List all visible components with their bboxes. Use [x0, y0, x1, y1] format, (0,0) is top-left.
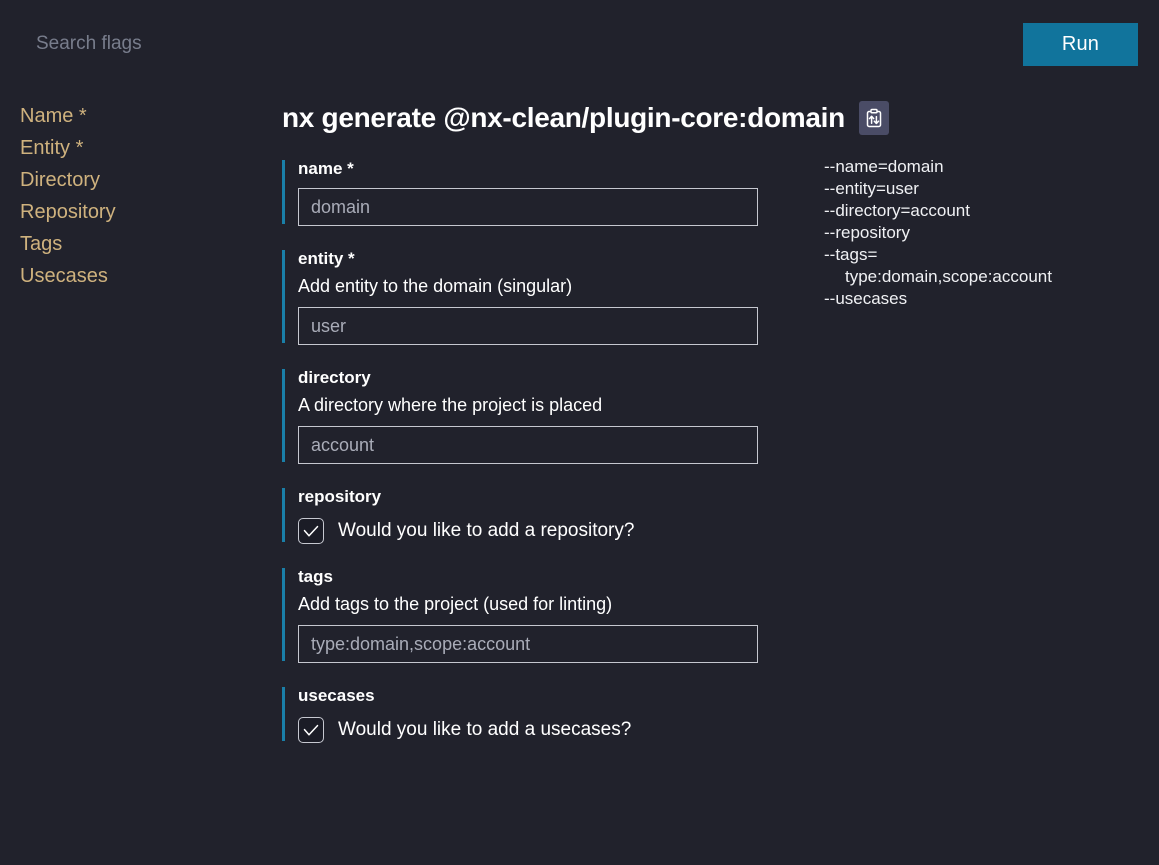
search-input[interactable]	[20, 22, 980, 66]
entity-input[interactable]	[298, 307, 758, 345]
field-entity: entity * Add entity to the domain (singu…	[282, 248, 802, 345]
repository-checkbox-label: Would you like to add a repository?	[338, 520, 635, 541]
field-description: A directory where the project is placed	[298, 395, 603, 415]
sidebar-item-repository[interactable]: Repository	[20, 196, 270, 228]
clipboard-transfer-icon	[865, 108, 883, 128]
usecases-checkbox[interactable]	[298, 717, 324, 743]
sidebar-item-usecases[interactable]: Usecases	[20, 260, 270, 292]
command-line: type:domain,scope:account	[845, 267, 1052, 286]
field-label: usecases	[298, 686, 375, 705]
title-row: nx generate @nx-clean/plugin-core:domain	[282, 96, 889, 140]
field-label: repository	[298, 487, 382, 506]
run-button[interactable]: Run	[1023, 23, 1138, 66]
sidebar-item-label: Usecases	[20, 265, 108, 287]
sidebar-item-label: Tags	[20, 233, 63, 255]
sidebar-item-label: Repository	[20, 201, 116, 223]
field-label: tags	[298, 567, 333, 586]
field-label: entity *	[298, 249, 355, 268]
field-name: name *	[282, 158, 802, 226]
tags-input[interactable]	[298, 625, 758, 663]
top-bar: Run	[0, 0, 1159, 90]
usecases-checkbox-row[interactable]: Would you like to add a usecases?	[298, 717, 631, 743]
page-title: nx generate @nx-clean/plugin-core:domain	[282, 102, 845, 133]
sidebar-item-directory[interactable]: Directory	[20, 164, 270, 196]
command-preview-panel: --name=domain --entity=user --directory=…	[824, 156, 1144, 310]
copy-command-button[interactable]	[858, 101, 889, 135]
field-usecases: usecases Would you like to add a usecase…	[282, 685, 802, 743]
flag-sidebar: Name * Entity * Directory Repository Tag…	[0, 100, 270, 292]
command-line: --entity=user	[824, 179, 919, 198]
sidebar-item-tags[interactable]: Tags	[20, 228, 270, 260]
field-tags: tags Add tags to the project (used for l…	[282, 566, 802, 663]
directory-input[interactable]	[298, 426, 758, 464]
generator-form: nx generate @nx-clean/plugin-core:domain…	[282, 96, 889, 765]
repository-checkbox[interactable]	[298, 518, 324, 544]
usecases-checkbox-label: Would you like to add a usecases?	[338, 719, 632, 740]
sidebar-item-name[interactable]: Name *	[20, 100, 270, 132]
check-icon	[303, 724, 319, 737]
command-line: --repository	[824, 223, 910, 242]
repository-checkbox-row[interactable]: Would you like to add a repository?	[298, 518, 634, 544]
command-line: --tags=	[824, 245, 878, 264]
field-directory: directory A directory where the project …	[282, 367, 802, 464]
field-description: Add entity to the domain (singular)	[298, 276, 573, 296]
sidebar-item-entity[interactable]: Entity *	[20, 132, 270, 164]
command-line: --name=domain	[824, 157, 944, 176]
field-repository: repository Would you like to add a repos…	[282, 486, 802, 544]
field-description: Add tags to the project (used for lintin…	[298, 594, 613, 614]
required-marker: *	[70, 137, 84, 159]
sidebar-item-label: Entity	[20, 137, 71, 159]
field-label: directory	[298, 368, 371, 387]
generator-ui-root: Run Name * Entity * Directory Repository…	[0, 0, 1159, 865]
command-line: --usecases	[824, 289, 908, 308]
required-marker: *	[73, 105, 87, 127]
sidebar-item-label: Directory	[20, 169, 101, 191]
check-icon	[303, 525, 319, 538]
command-line: --directory=account	[824, 201, 970, 220]
name-input[interactable]	[298, 188, 758, 226]
sidebar-item-label: Name	[20, 105, 74, 127]
field-label: name *	[298, 159, 354, 178]
